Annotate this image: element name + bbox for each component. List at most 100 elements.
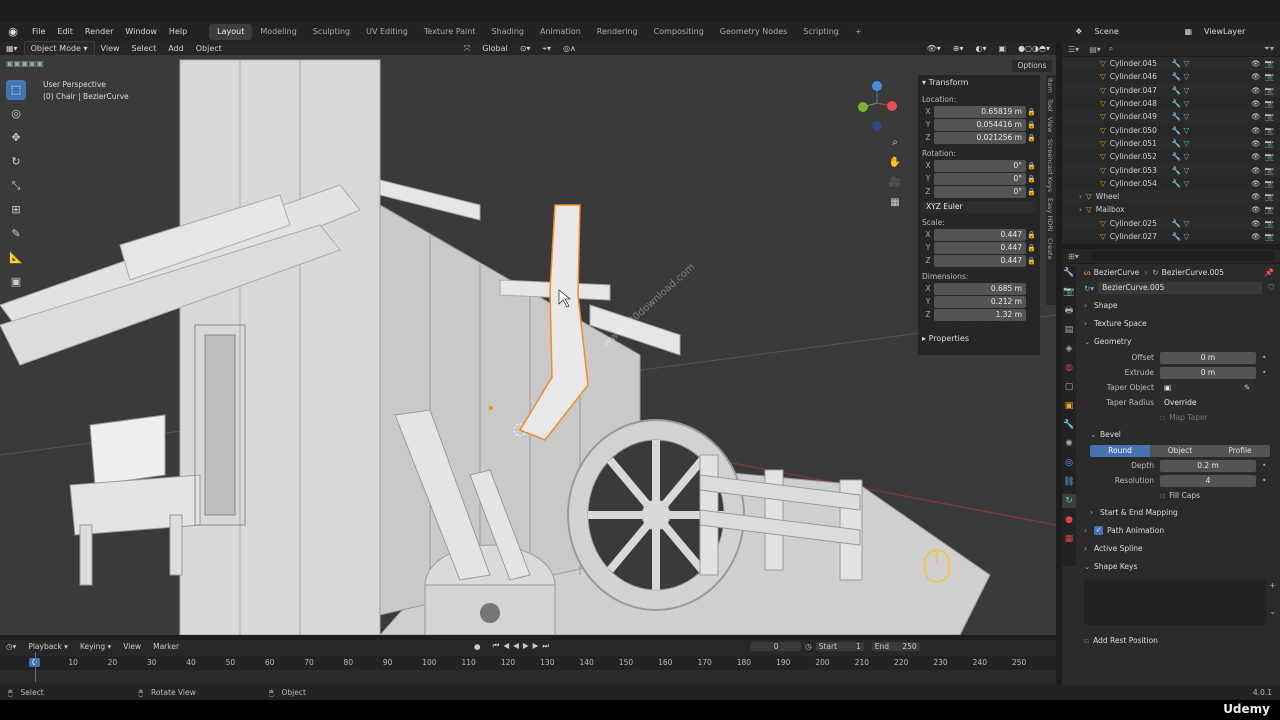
- section-texture-space[interactable]: › Texture Space: [1078, 314, 1280, 332]
- visibility-eye-icon[interactable]: 👁: [1251, 192, 1261, 201]
- render-camera-icon[interactable]: 📷: [1265, 205, 1274, 214]
- select-box-tool-icon[interactable]: ⬚: [6, 80, 26, 100]
- timeline-editor-icon[interactable]: ◷▾: [0, 642, 22, 651]
- outliner-row[interactable]: ▽ Cylinder.050 🔧 ▽ 👁 📷: [1062, 123, 1280, 136]
- workspace-tab-animation[interactable]: Animation: [532, 24, 589, 40]
- outliner-row[interactable]: ▽ Cylinder.049 🔧 ▽ 👁 📷: [1062, 110, 1280, 124]
- section-bevel[interactable]: ⌄ Bevel: [1078, 425, 1280, 443]
- particles-tab-icon[interactable]: ✺: [1062, 437, 1076, 451]
- navigation-gizmo[interactable]: [855, 78, 905, 138]
- path-animation-checkbox[interactable]: ✓: [1094, 525, 1103, 535]
- dimension-y-field[interactable]: 0.212 m: [934, 295, 1026, 308]
- outliner-row[interactable]: ▽ Cylinder.025 🔧 ▽ 👁 📷: [1062, 216, 1280, 230]
- view-layer-name[interactable]: ViewLayer: [1198, 22, 1280, 42]
- menu-window[interactable]: Window: [119, 22, 163, 42]
- modifier-icons[interactable]: 🔧 ▽: [1172, 166, 1251, 175]
- pivot-icon[interactable]: ⊙▾: [514, 42, 537, 55]
- material-tab-icon[interactable]: ●: [1062, 513, 1076, 527]
- keyframe-dot-icon[interactable]: •: [1262, 461, 1266, 470]
- lock-icon[interactable]: 🔒: [1026, 244, 1036, 252]
- location-x-field[interactable]: 0.65819 m: [934, 105, 1026, 118]
- texture-tab-icon[interactable]: ▦: [1062, 532, 1076, 546]
- playhead[interactable]: [35, 652, 36, 682]
- render-camera-icon[interactable]: 📷: [1265, 192, 1274, 201]
- scale-tool-icon[interactable]: ⤡: [6, 176, 26, 196]
- render-camera-icon[interactable]: 📷: [1265, 232, 1274, 241]
- scale-x-field[interactable]: 0.447: [934, 228, 1026, 241]
- workspace-tab-geometry-nodes[interactable]: Geometry Nodes: [712, 24, 795, 40]
- pan-hand-icon[interactable]: ✋: [887, 155, 903, 171]
- visibility-eye-icon[interactable]: 👁: [1251, 179, 1261, 188]
- physics-tab-icon[interactable]: ◎: [1062, 456, 1076, 470]
- bevel-mode-profile[interactable]: Profile: [1210, 444, 1270, 457]
- modifier-icons[interactable]: 🔧 ▽: [1172, 152, 1251, 161]
- outliner-row[interactable]: ▽ Cylinder.048 🔧 ▽ 👁 📷: [1062, 97, 1280, 110]
- workspace-tab-compositing[interactable]: Compositing: [646, 24, 712, 40]
- display-mode-icon[interactable]: ▤▾: [1085, 45, 1105, 54]
- outliner-row[interactable]: ▽ Cylinder.027 🔧 ▽ 👁 📷: [1062, 230, 1280, 243]
- keyframe-dot-icon[interactable]: •: [1262, 368, 1266, 377]
- camera-icon[interactable]: 🎥: [887, 175, 903, 191]
- workspace-tab-texture-paint[interactable]: Texture Paint: [416, 24, 484, 40]
- offset-field[interactable]: 0 m: [1160, 351, 1256, 364]
- properties-subpanel[interactable]: ▸ Properties: [918, 331, 1040, 346]
- location-z-field[interactable]: 0.021256 m: [934, 131, 1026, 144]
- options-button[interactable]: Options: [1012, 60, 1052, 72]
- taper-object-field[interactable]: ▣: [1160, 381, 1256, 394]
- object-tab-icon[interactable]: ▣: [1062, 399, 1076, 413]
- modifier-icons[interactable]: 🔧 ▽: [1172, 232, 1251, 241]
- visibility-eye-icon[interactable]: 👁: [1251, 232, 1261, 241]
- outliner-row[interactable]: ▽ Cylinder.047 🔧 ▽ 👁 📷: [1062, 83, 1280, 97]
- render-camera-icon[interactable]: 📷: [1265, 86, 1274, 95]
- section-path-animation[interactable]: › ✓ Path Animation: [1078, 521, 1280, 539]
- outliner-row[interactable]: ▽ Cylinder.052 🔧 ▽ 👁 📷: [1062, 150, 1280, 163]
- visibility-eye-icon[interactable]: 👁: [1251, 166, 1261, 175]
- record-icon[interactable]: ●: [470, 642, 485, 651]
- outliner-row[interactable]: ▽ Cylinder.046 🔧 ▽ 👁 📷: [1062, 70, 1280, 83]
- menu-timeline-view[interactable]: View: [117, 642, 147, 651]
- render-camera-icon[interactable]: 📷: [1265, 219, 1274, 228]
- tool-settings-tab-icon[interactable]: 🔧: [1062, 266, 1076, 280]
- visibility-eye-icon[interactable]: 👁: [1251, 112, 1261, 121]
- modifier-icons[interactable]: 🔧 ▽: [1172, 59, 1251, 68]
- rotation-mode-dropdown[interactable]: XYZ Euler: [922, 200, 1036, 213]
- grid-icon[interactable]: ▦: [887, 195, 903, 211]
- render-camera-icon[interactable]: 📷: [1265, 166, 1274, 175]
- extrude-field[interactable]: 0 m: [1160, 366, 1256, 379]
- location-y-field[interactable]: 0.054416 m: [934, 118, 1026, 131]
- render-tab-icon[interactable]: 📷: [1062, 285, 1076, 299]
- data-dropdown-icon[interactable]: ↻▾: [1084, 284, 1094, 293]
- outliner-row[interactable]: ▽ Cylinder.045 🔧 ▽ 👁 📷: [1062, 57, 1280, 71]
- output-tab-icon[interactable]: 🖶: [1062, 304, 1076, 318]
- section-active-spline[interactable]: › Active Spline: [1078, 539, 1280, 557]
- tab-screencast-keys[interactable]: Screencast Keys: [1046, 136, 1054, 195]
- lock-icon[interactable]: 🔒: [1026, 108, 1036, 116]
- render-camera-icon[interactable]: 📷: [1265, 179, 1274, 188]
- visibility-eye-icon[interactable]: 👁: [1251, 139, 1261, 148]
- workspace-tab-scripting[interactable]: Scripting: [795, 24, 847, 40]
- select-mode-icons[interactable]: ▣▣▣▣▣: [6, 59, 44, 68]
- rotate-tool-icon[interactable]: ↻: [6, 152, 26, 172]
- depth-field[interactable]: 0.2 m: [1160, 459, 1256, 472]
- modifier-icons[interactable]: 🔧 ▽: [1172, 99, 1251, 108]
- modifier-tab-icon[interactable]: 🔧: [1062, 418, 1076, 432]
- blender-logo-icon[interactable]: ◉: [6, 25, 20, 39]
- visibility-eye-icon[interactable]: 👁: [1251, 219, 1261, 228]
- menu-object[interactable]: Object: [190, 42, 228, 55]
- bevel-mode-round[interactable]: Round: [1090, 444, 1150, 457]
- workspace-tab-rendering[interactable]: Rendering: [589, 24, 646, 40]
- snap-icon[interactable]: ⌖▾: [536, 42, 557, 55]
- zoom-icon[interactable]: ⌕: [887, 135, 903, 151]
- scale-z-field[interactable]: 0.447: [934, 254, 1026, 267]
- data-block-name[interactable]: BezierCurve.005: [1098, 282, 1263, 294]
- pin-icon[interactable]: 📌: [1265, 268, 1274, 277]
- map-taper-checkbox[interactable]: ▫: [1160, 413, 1165, 422]
- proportional-icon[interactable]: ◎∧: [557, 42, 582, 55]
- current-frame-field[interactable]: 0: [751, 641, 802, 651]
- tab-create[interactable]: Create: [1046, 235, 1054, 263]
- menu-keying[interactable]: Keying ▾: [74, 642, 117, 651]
- visibility-eye-icon[interactable]: 👁: [1251, 72, 1261, 81]
- eyedropper-icon[interactable]: ✎: [1244, 383, 1250, 392]
- editor-type-icon[interactable]: ▦▾: [0, 42, 24, 55]
- start-frame-field[interactable]: Start 1: [815, 641, 864, 651]
